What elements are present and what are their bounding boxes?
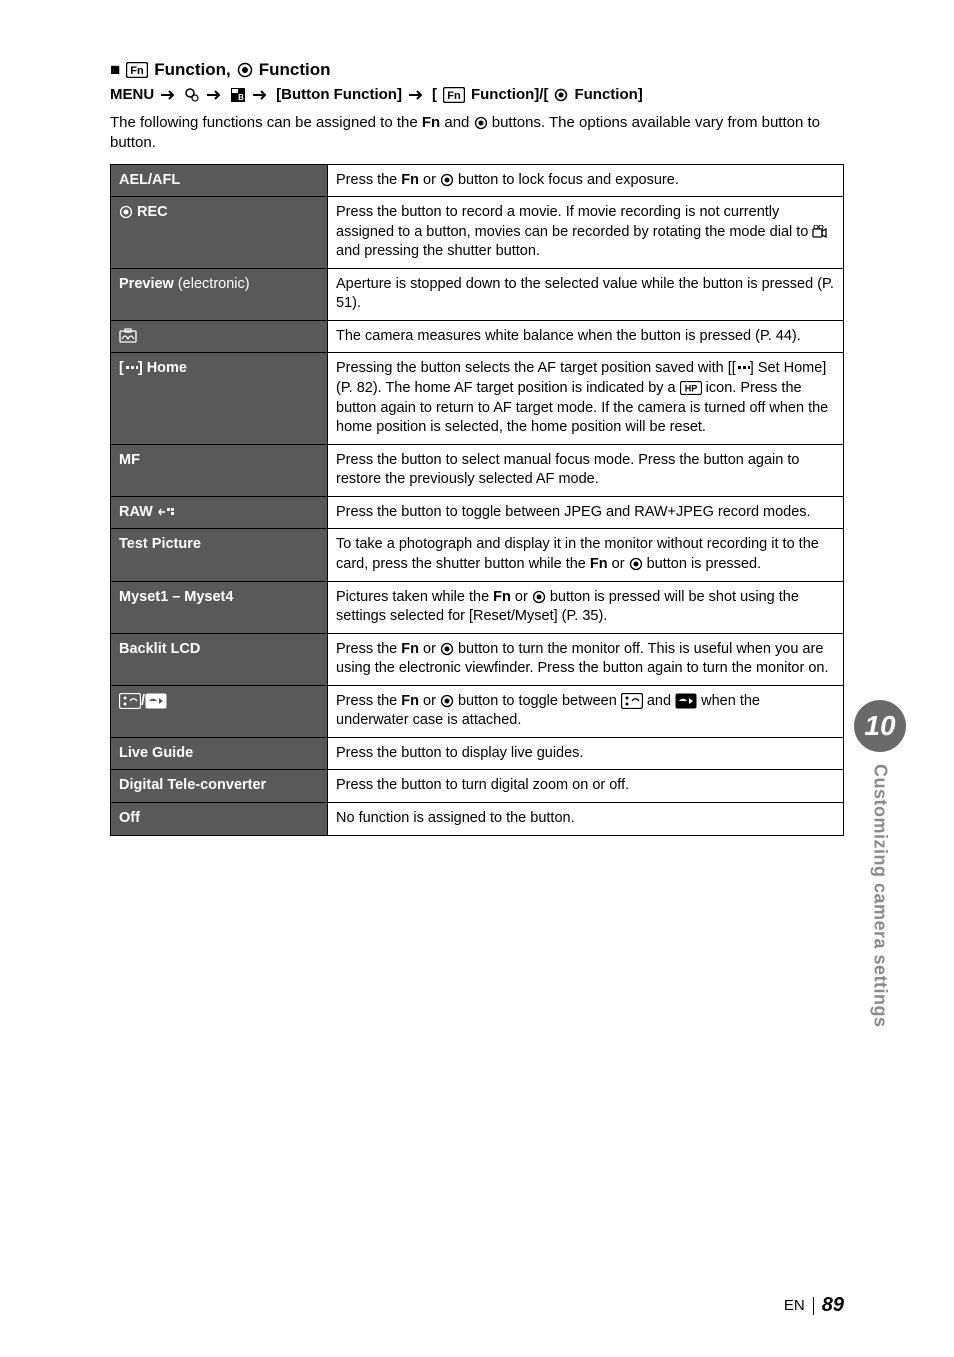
table-row: Test Picture To take a photograph and di… [111,529,844,581]
row-desc: Press the button to display live guides. [328,737,844,770]
table-row: Off No function is assigned to the butto… [111,803,844,836]
footer-page-number: 89 [822,1294,844,1317]
row-desc: Pressing the button selects the AF targe… [328,353,844,444]
row-label-liveguide: Live Guide [111,737,328,770]
menu-tail1: Function]/[ [471,86,548,103]
function-table: AEL/AFL Press the Fn or button to lock f… [110,164,844,836]
intro-paragraph: The following functions can be assigned … [110,113,844,154]
table-row: [] Home Pressing the button selects the … [111,353,844,444]
row-label-myset: Myset1 – Myset4 [111,581,328,633]
side-tab: 10 Customizing camera settings [854,700,906,1028]
rec-dot-icon [554,88,568,102]
row-desc: Press the button to turn digital zoom on… [328,770,844,803]
page-footer: EN 89 [784,1294,844,1317]
row-desc: To take a photograph and display it in t… [328,529,844,581]
arrow-icon [252,89,270,101]
table-row: MF Press the button to select manual foc… [111,444,844,496]
image-quality-icon [157,506,175,518]
rec-dot-icon [440,173,454,187]
row-desc: Aperture is stopped down to the selected… [328,268,844,320]
footer-lang: EN [784,1297,805,1314]
svg-text:Fn: Fn [131,65,145,77]
svg-text:B: B [238,93,244,102]
button-function-label: [Button Function] [276,86,402,103]
row-label-test: Test Picture [111,529,328,581]
row-desc: Pictures taken while the Fn or button is… [328,581,844,633]
rec-dot-icon [119,205,133,219]
row-label-home: [] Home [111,353,328,444]
rec-dot-icon [629,557,643,571]
underwater-wide-icon [145,693,167,709]
row-label-dtc: Digital Tele-converter [111,770,328,803]
table-row: The camera measures white balance when t… [111,320,844,353]
chapter-title-vertical: Customizing camera settings [870,764,891,1028]
arrow-icon [408,89,426,101]
row-desc: Press the button to record a movie. If m… [328,197,844,269]
table-row: REC Press the button to record a movie. … [111,197,844,269]
row-label-wb [111,320,328,353]
menu-path: MENU B [Button Function] [ Fn Function]/[ F… [110,86,844,103]
row-label-aelafl: AEL/AFL [111,164,328,197]
intro-pre: The following functions can be assigned … [110,114,422,131]
heading-part2: Function [259,60,331,80]
menu-label: MENU [110,86,154,103]
row-label-preview: Preview (electronic) [111,268,328,320]
movie-mode-icon [812,225,828,239]
arrow-icon [206,89,224,101]
row-desc: Press the button to select manual focus … [328,444,844,496]
af-target-dots-icon [124,364,138,374]
row-desc: Press the Fn or button to lock focus and… [328,164,844,197]
rec-dot-icon [474,116,488,130]
arrow-icon [160,89,178,101]
intro-fn: Fn [422,114,440,131]
row-label-off: Off [111,803,328,836]
intro-mid: and [440,114,473,131]
row-desc: No function is assigned to the button. [328,803,844,836]
row-desc: Press the button to toggle between JPEG … [328,496,844,529]
menu-tail2: Function] [574,86,642,103]
bracket-open: [ [432,86,437,103]
underwater-macro-icon [119,693,141,709]
svg-text:HP: HP [684,384,697,394]
chapter-number-badge: 10 [854,700,906,752]
one-touch-wb-icon [119,328,141,344]
table-row: Preview (electronic) Aperture is stopped… [111,268,844,320]
af-target-dots-icon [736,364,750,374]
table-row: / Press the Fn or button to toggle betwe… [111,685,844,737]
fn-box-icon: Fn [126,62,148,78]
bullet: ■ [110,60,120,80]
menu-tab-b-icon: B [230,87,246,103]
table-row: Myset1 – Myset4 Pictures taken while the… [111,581,844,633]
row-desc: Press the Fn or button to toggle between… [328,685,844,737]
row-desc: Press the Fn or button to turn the monit… [328,633,844,685]
row-label-mf: MF [111,444,328,496]
table-row: Backlit LCD Press the Fn or button to tu… [111,633,844,685]
underwater-wide-icon [675,693,697,709]
section-heading: ■ Fn Function, Function [110,60,844,80]
gears-icon [184,87,200,103]
rec-dot-icon [237,62,253,78]
row-label-rec: REC [111,197,328,269]
table-row: Digital Tele-converter Press the button … [111,770,844,803]
svg-text:Fn: Fn [447,90,461,102]
row-label-backlit: Backlit LCD [111,633,328,685]
fn-box-icon: Fn [443,87,465,103]
table-row: AEL/AFL Press the Fn or button to lock f… [111,164,844,197]
rec-dot-icon [532,590,546,604]
row-label-raw: RAW [111,496,328,529]
rec-dot-icon [440,642,454,656]
footer-divider [813,1297,814,1315]
row-desc: The camera measures white balance when t… [328,320,844,353]
table-row: RAW Press the button to toggle between J… [111,496,844,529]
rec-dot-icon [440,694,454,708]
underwater-macro-icon [621,693,643,709]
hp-box-icon: HP [680,381,702,395]
heading-part1: Function, [154,60,230,80]
table-row: Live Guide Press the button to display l… [111,737,844,770]
row-label-underwater: / [111,685,328,737]
